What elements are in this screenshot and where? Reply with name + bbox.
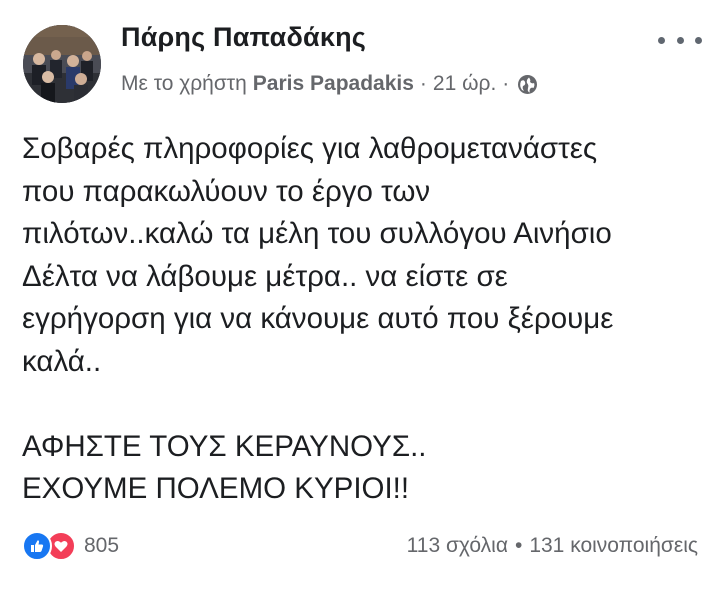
- post-timestamp[interactable]: 21 ώρ.: [433, 72, 496, 96]
- comments-count-link[interactable]: 113 σχόλια: [407, 534, 508, 558]
- facebook-post: Πάρης Παπαδάκης Με το χρήστη Paris Papad…: [0, 0, 720, 592]
- meta-separator: ·: [419, 72, 427, 95]
- dot-icon: [676, 36, 684, 44]
- reactions-summary[interactable]: 805: [22, 531, 119, 561]
- post-line: που παρακωλύουν το έργο των: [22, 174, 431, 208]
- avatar[interactable]: [23, 25, 101, 103]
- more-options-button[interactable]: [658, 28, 702, 52]
- author-name[interactable]: Πάρης Παπαδάκης: [121, 22, 366, 53]
- meta-prefix: Με το χρήστη: [121, 72, 247, 95]
- reaction-count: 805: [84, 534, 120, 557]
- post-meta: Με το χρήστη Paris Papadakis · 21 ώρ. ·: [121, 72, 538, 96]
- avatar-photo: [23, 25, 101, 103]
- post-line: εγρήγορση για να κάνουμε αυτό που ξέρουμ…: [22, 302, 614, 335]
- tagged-page-link[interactable]: Paris Papadakis: [253, 72, 414, 96]
- shares-count-link[interactable]: 131 κοινοποιήσεις: [529, 534, 698, 558]
- post-line: πιλότων..καλώ τα μέλη του συλλόγου Αινήσ…: [22, 217, 612, 250]
- post-line: ΕΧΟΥΜΕ ΠΟΛΕΜΟ ΚΥΡΙΟΙ!!: [22, 472, 410, 505]
- meta-separator: ·: [502, 72, 510, 95]
- post-line: καλά..: [22, 344, 102, 378]
- dot-icon: [695, 36, 702, 44]
- post-line: ΑΦΗΣΤΕ ΤΟΥΣ ΚΕΡΑΥΝΟΥΣ..: [22, 429, 427, 463]
- post-footer: 805 113 σχόλια • 131 κοινοποιήσεις: [22, 528, 698, 564]
- post-stats: 113 σχόλια • 131 κοινοποιήσεις: [407, 534, 698, 558]
- dot-icon: [658, 36, 665, 44]
- globe-icon[interactable]: [517, 74, 538, 95]
- post-line: Σοβαρές πληροφορίες για λαθρομετανάστες: [22, 132, 598, 165]
- post-line: Δέλτα να λάβουμε μέτρα.. να είστε σε: [22, 259, 508, 293]
- stats-separator: •: [514, 534, 523, 557]
- post-text: Σοβαρές πληροφορίες για λαθρομετανάστες …: [22, 128, 702, 511]
- like-icon: [22, 531, 52, 561]
